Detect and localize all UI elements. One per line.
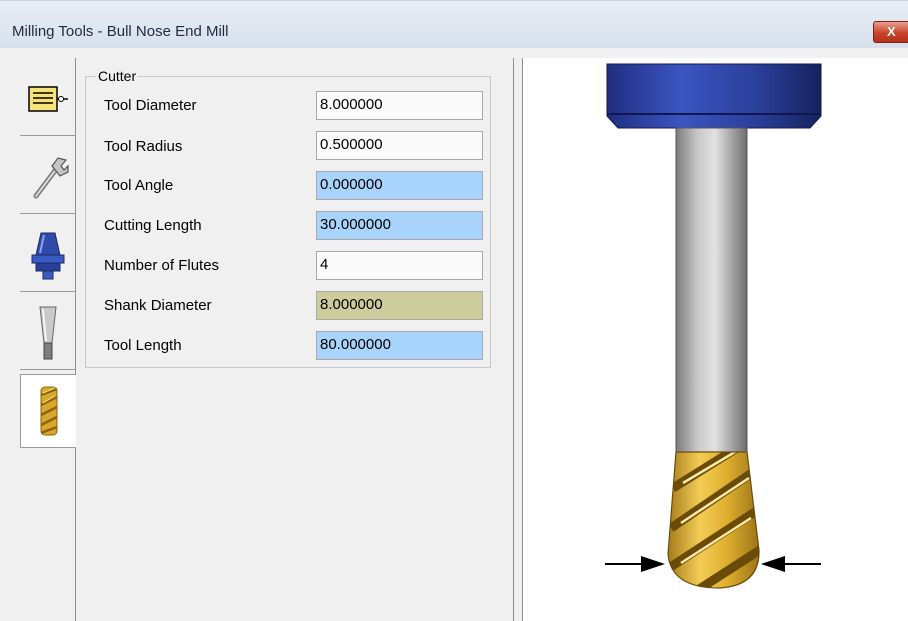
tab-wrench[interactable] [20, 140, 76, 214]
wrench-icon [33, 156, 69, 198]
tool-length-label: Tool Length [104, 337, 182, 354]
tool-length-field[interactable]: 80.000000 [316, 331, 483, 360]
number-of-flutes-label: Number of Flutes [104, 257, 220, 274]
tool-diameter-field[interactable]: 8.000000 [316, 91, 483, 120]
tool-angle-label: Tool Angle [104, 177, 174, 194]
tab-strip [0, 58, 76, 621]
tool-radius-label: Tool Radius [104, 138, 183, 155]
cutting-length-label: Cutting Length [104, 217, 202, 234]
shank-icon [39, 306, 57, 359]
tool-angle-field[interactable]: 0.000000 [316, 171, 483, 200]
holder-icon [31, 232, 65, 279]
tool-holder [606, 63, 822, 129]
tool-cutter [668, 452, 760, 588]
shank-diameter-label: Shank Diameter [104, 297, 212, 314]
tab-shank[interactable] [20, 296, 76, 370]
tool-shank [675, 127, 748, 455]
close-icon: X [887, 24, 896, 39]
splitter-handle[interactable] [513, 58, 523, 621]
close-button[interactable]: X [873, 21, 908, 43]
cutter-group-label: Cutter [96, 68, 139, 84]
tab-holder[interactable] [20, 218, 76, 292]
window-title: Milling Tools - Bull Nose End Mill [12, 23, 229, 40]
tool-radius-field[interactable]: 0.500000 [316, 131, 483, 160]
cutter-icon [39, 386, 58, 436]
tab-cutter[interactable] [20, 374, 76, 448]
shank-diameter-field[interactable]: 8.000000 [316, 291, 483, 320]
tab-parameters[interactable] [20, 62, 76, 136]
tool-preview-drawing [605, 63, 822, 589]
parameters-icon [28, 85, 68, 112]
title-bar: Milling Tools - Bull Nose End Mill X [0, 0, 908, 48]
cutting-length-field[interactable]: 30.000000 [316, 211, 483, 240]
tool-diameter-label: Tool Diameter [104, 97, 197, 114]
tool-preview [523, 58, 908, 621]
number-of-flutes-field[interactable]: 4 [316, 251, 483, 280]
